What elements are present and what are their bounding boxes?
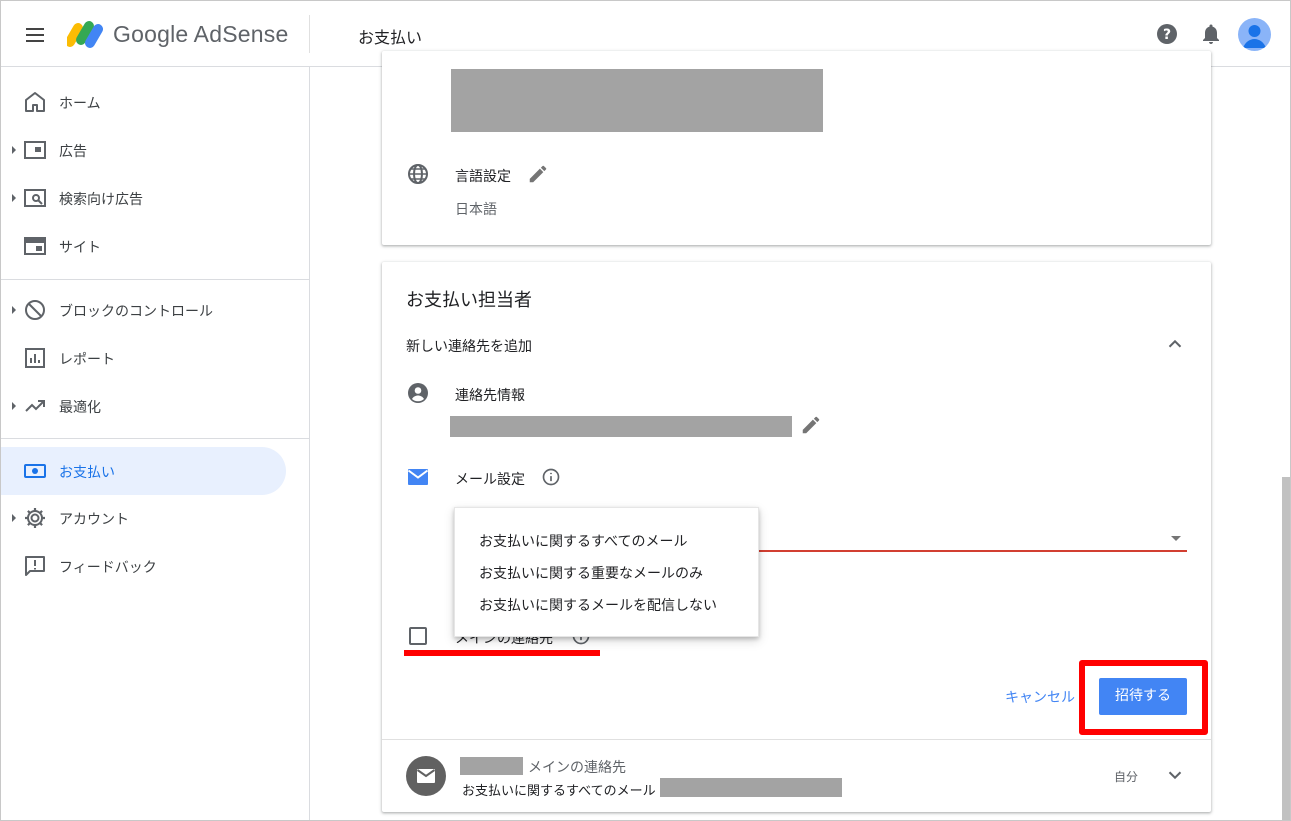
account-gear-icon — [25, 508, 45, 528]
email-options-menu: お支払いに関するすべてのメール お支払いに関する重要なメールのみ お支払いに関す… — [454, 507, 759, 637]
sidebar-divider — [1, 279, 309, 280]
info-icon[interactable] — [541, 467, 561, 487]
sidebar-item-label: レポート — [59, 352, 115, 368]
contact-role: メインの連絡先 — [528, 760, 626, 776]
sidebar-item-label: アカウント — [59, 512, 129, 528]
sidebar-item-home[interactable]: ホーム — [1, 78, 286, 126]
browser-frame: Google AdSense お支払い ? ホーム 広告 検索向け広告 サイト … — [0, 0, 1291, 821]
app-name[interactable]: Google AdSense — [113, 21, 288, 48]
card-title: お支払い担当者 — [406, 290, 532, 311]
highlight-box — [1079, 660, 1208, 735]
sidebar-item-label: ブロックのコントロール — [59, 304, 213, 320]
menu-item-all-emails[interactable]: お支払いに関するすべてのメール — [479, 531, 687, 551]
optimization-icon — [25, 400, 45, 412]
search-ads-icon — [24, 189, 46, 207]
expand-arrow-icon — [12, 146, 16, 154]
ads-icon — [24, 141, 46, 159]
expand-arrow-icon — [12, 306, 16, 314]
chevron-down-icon[interactable] — [1164, 764, 1186, 786]
contact-owner: 自分 — [1114, 770, 1139, 784]
sidebar-item-label: フィードバック — [59, 560, 157, 576]
page-title: お支払い — [358, 28, 423, 47]
expand-arrow-icon — [12, 514, 16, 522]
sidebar-item-label: ホーム — [59, 96, 101, 112]
avatar[interactable] — [1238, 18, 1271, 51]
redacted-block — [451, 69, 823, 132]
sites-icon — [24, 237, 46, 255]
sidebar-item-search-ads[interactable]: 検索向け広告 — [1, 174, 286, 222]
sidebar-item-label: サイト — [59, 240, 101, 256]
expand-arrow-icon — [12, 402, 16, 410]
edit-pencil-icon[interactable] — [800, 414, 822, 436]
sidebar-item-label: お支払い — [59, 465, 115, 481]
sidebar-item-sites[interactable]: サイト — [1, 222, 286, 270]
adsense-logo-icon — [67, 21, 103, 48]
sidebar: ホーム 広告 検索向け広告 サイト ブロックのコントロール レポート 最適化 お… — [1, 67, 310, 820]
expand-arrow-icon — [12, 194, 16, 202]
feedback-icon — [25, 556, 45, 576]
help-icon[interactable]: ? — [1155, 22, 1179, 46]
sidebar-divider — [1, 438, 309, 439]
menu-item-no-emails[interactable]: お支払いに関するメールを配信しない — [479, 595, 717, 615]
cancel-button[interactable]: キャンセル — [1005, 687, 1075, 707]
contact-info-label: 連絡先情報 — [455, 388, 525, 404]
sidebar-item-reports[interactable]: レポート — [1, 334, 286, 382]
add-contact-header[interactable]: 新しい連絡先を追加 — [406, 336, 532, 356]
sidebar-item-block-controls[interactable]: ブロックのコントロール — [1, 286, 286, 334]
sidebar-item-optimization[interactable]: 最適化 — [1, 382, 286, 430]
scrollbar-thumb[interactable] — [1282, 477, 1290, 820]
account-circle-icon — [408, 383, 428, 403]
main-contact-checkbox[interactable] — [409, 627, 427, 645]
sidebar-item-feedback[interactable]: フィードバック — [1, 542, 286, 590]
sidebar-item-account[interactable]: アカウント — [1, 494, 286, 542]
contact-email-pref: お支払いに関するすべてのメール — [462, 784, 656, 799]
avatar-person-icon — [1243, 25, 1266, 48]
notifications-icon[interactable] — [1199, 22, 1223, 46]
redacted-name — [460, 757, 523, 775]
email-settings-label: メール設定 — [455, 472, 525, 488]
redacted-email — [660, 778, 842, 797]
select-arrow-icon[interactable] — [1171, 536, 1181, 541]
redacted-contact — [450, 416, 792, 437]
sidebar-item-label: 検索向け広告 — [59, 192, 143, 208]
row-divider — [382, 739, 1211, 740]
highlight-underline — [404, 650, 600, 656]
svg-text:?: ? — [1163, 27, 1171, 43]
language-value: 日本語 — [455, 202, 497, 218]
block-icon — [25, 300, 45, 320]
sidebar-item-label: 広告 — [59, 144, 87, 160]
sidebar-item-ads[interactable]: 広告 — [1, 126, 286, 174]
menu-icon[interactable] — [23, 23, 47, 47]
sidebar-item-label: 最適化 — [59, 400, 101, 416]
payments-icon — [24, 464, 46, 478]
mail-icon — [407, 469, 429, 485]
edit-pencil-icon[interactable] — [527, 163, 549, 185]
language-label: 言語設定 — [455, 169, 511, 185]
mail-avatar-icon — [406, 756, 446, 796]
reports-icon — [25, 348, 45, 368]
header-divider — [309, 15, 310, 53]
home-icon — [25, 92, 45, 112]
chevron-up-icon[interactable] — [1164, 333, 1186, 355]
sidebar-item-payments[interactable]: お支払い — [1, 447, 286, 495]
menu-item-important-only[interactable]: お支払いに関する重要なメールのみ — [479, 563, 703, 583]
globe-icon — [408, 164, 428, 184]
